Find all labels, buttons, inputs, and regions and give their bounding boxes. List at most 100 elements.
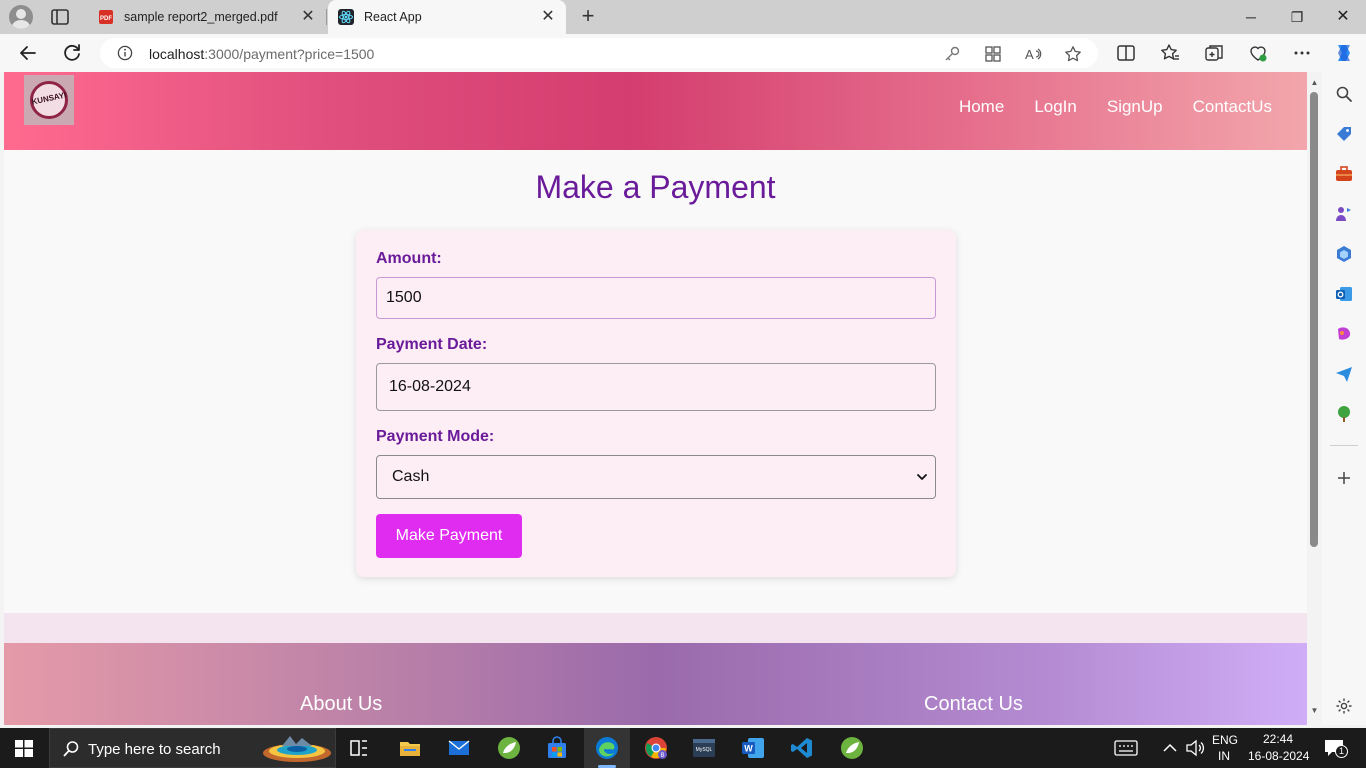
svg-text:MySQL: MySQL	[696, 747, 713, 753]
browser-toolbar: localhost:3000/payment?price=1500 A	[0, 34, 1366, 72]
payment-form: Amount: 1500 Payment Date: 16-08-2024 Pa…	[356, 230, 956, 577]
store-bag-icon	[548, 736, 566, 758]
site-header: KUNSAYI Home LogIn SignUp ContactUs	[4, 72, 1307, 150]
restore-button[interactable]: ❐	[1282, 4, 1312, 30]
copilot-apps-icon[interactable]	[1335, 245, 1353, 263]
designer-icon[interactable]	[1335, 325, 1353, 343]
site-footer: About Us Contact Us	[4, 643, 1307, 725]
address-bar[interactable]: localhost:3000/payment?price=1500 A	[100, 38, 1098, 68]
refresh-icon[interactable]	[60, 41, 84, 65]
keyboard-icon[interactable]	[1114, 739, 1138, 757]
svg-text:PDF: PDF	[100, 16, 112, 22]
tab-react-app[interactable]: React App ✕	[328, 0, 566, 34]
more-options-icon[interactable]	[1292, 43, 1312, 63]
chevron-up-icon[interactable]	[1162, 741, 1178, 755]
page-viewport: KUNSAYI Home LogIn SignUp ContactUs Make…	[4, 72, 1307, 725]
word-icon: W	[742, 738, 764, 758]
word-button[interactable]: W	[730, 728, 776, 768]
amount-input[interactable]: 1500	[376, 277, 936, 319]
nav-signup-link[interactable]: SignUp	[1107, 97, 1163, 117]
spring-tool-button-2[interactable]	[829, 728, 875, 768]
windows-start-icon[interactable]	[15, 740, 33, 757]
edge-icon	[596, 737, 618, 759]
chrome-button[interactable]: B	[633, 728, 679, 768]
tab-actions-icon[interactable]	[50, 8, 70, 26]
footer-contact-heading: Contact Us	[924, 693, 1023, 715]
favorites-icon[interactable]	[1160, 43, 1180, 63]
scroll-down-arrow-icon[interactable]: ▼	[1309, 706, 1320, 716]
payment-mode-value: Cash	[392, 468, 430, 485]
tab-separator	[326, 9, 327, 25]
tools-icon[interactable]	[1335, 165, 1353, 183]
payment-mode-select[interactable]: Cash	[376, 455, 936, 499]
url-path: :3000/payment?price=1500	[204, 46, 375, 62]
spring-leaf-icon	[841, 737, 863, 759]
clock-time[interactable]: 22:44	[1263, 732, 1293, 746]
send-icon[interactable]	[1335, 365, 1353, 383]
payment-date-input[interactable]: 16-08-2024	[376, 363, 936, 411]
settings-gear-icon[interactable]	[1335, 697, 1353, 715]
site-info-icon[interactable]	[117, 45, 133, 61]
search-highlight-image	[263, 736, 331, 762]
language-code[interactable]: ENG	[1212, 733, 1238, 747]
language-region[interactable]: IN	[1218, 749, 1230, 763]
url-host: localhost	[149, 46, 205, 62]
clock-date[interactable]: 16-08-2024	[1248, 749, 1309, 763]
outlook-icon[interactable]	[1335, 285, 1353, 303]
mail-button[interactable]	[436, 728, 482, 768]
svg-text:A: A	[1025, 47, 1034, 62]
close-window-button[interactable]: ✕	[1328, 4, 1358, 30]
vscode-button[interactable]	[779, 728, 825, 768]
spring-leaf-icon	[498, 737, 520, 759]
mysql-button[interactable]: MySQL	[681, 728, 727, 768]
tab-pdf-report[interactable]: PDF sample report2_merged.pdf ✕	[88, 0, 326, 34]
shopping-tag-icon[interactable]	[1335, 125, 1353, 143]
profile-avatar-icon[interactable]	[9, 5, 33, 29]
chrome-icon: B	[645, 737, 667, 759]
mysql-workbench-icon: MySQL	[693, 739, 715, 757]
tree-icon[interactable]	[1335, 405, 1353, 423]
notifications-button[interactable]: 1	[1324, 739, 1348, 759]
tab-title: sample report2_merged.pdf	[124, 10, 278, 24]
nav-login-link[interactable]: LogIn	[1034, 97, 1077, 117]
task-view-button[interactable]	[336, 728, 382, 768]
amount-label: Amount:	[376, 250, 442, 267]
content-band	[4, 613, 1307, 643]
nav-home-link[interactable]: Home	[959, 97, 1004, 117]
search-icon	[63, 741, 79, 757]
make-payment-button[interactable]: Make Payment	[376, 514, 522, 558]
store-button[interactable]	[534, 728, 580, 768]
volume-icon[interactable]	[1185, 739, 1205, 757]
edge-sidebar	[1322, 72, 1366, 725]
browser-tab-strip: PDF sample report2_merged.pdf ✕ React Ap…	[0, 0, 1366, 34]
taskbar-search[interactable]: Type here to search	[49, 728, 336, 768]
site-logo[interactable]: KUNSAYI	[24, 75, 74, 125]
search-icon[interactable]	[1335, 85, 1353, 103]
edge-browser-button[interactable]	[584, 728, 630, 768]
vscode-icon	[791, 738, 812, 758]
read-aloud-icon[interactable]: A	[1024, 45, 1042, 63]
tab-close-icon[interactable]: ✕	[538, 7, 558, 27]
scroll-thumb[interactable]	[1310, 92, 1318, 547]
games-icon[interactable]	[1335, 205, 1353, 223]
browser-essentials-icon[interactable]	[1248, 43, 1268, 63]
nav-contact-link[interactable]: ContactUs	[1193, 97, 1272, 117]
tab-close-icon[interactable]: ✕	[298, 7, 318, 27]
file-explorer-button[interactable]	[387, 728, 433, 768]
app-available-icon[interactable]	[984, 45, 1002, 63]
page-scrollbar[interactable]: ▲ ▼	[1307, 72, 1322, 725]
collections-icon[interactable]	[1204, 43, 1224, 63]
back-arrow-icon[interactable]	[16, 41, 40, 65]
split-screen-icon[interactable]	[1116, 43, 1136, 63]
favorite-star-icon[interactable]	[1064, 45, 1082, 63]
main-nav: Home LogIn SignUp ContactUs	[959, 97, 1272, 117]
minimize-button[interactable]: ─	[1236, 4, 1266, 30]
key-icon[interactable]	[943, 45, 961, 63]
pdf-icon: PDF	[99, 10, 113, 24]
add-icon[interactable]	[1335, 469, 1353, 487]
scroll-up-arrow-icon[interactable]: ▲	[1309, 78, 1320, 88]
copilot-icon[interactable]	[1332, 41, 1356, 65]
payment-mode-label: Payment Mode:	[376, 428, 495, 445]
spring-tool-button[interactable]	[486, 728, 532, 768]
new-tab-button[interactable]: +	[576, 5, 600, 29]
